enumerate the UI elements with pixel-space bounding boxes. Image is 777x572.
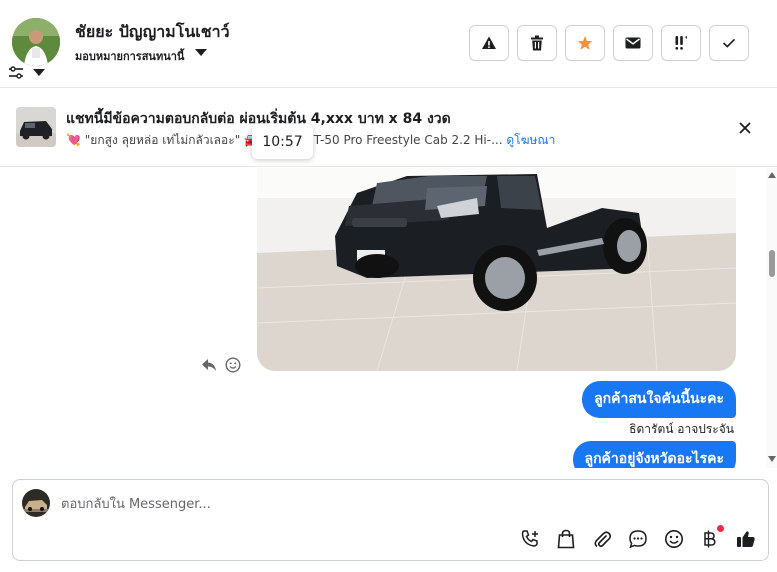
assign-chevron-down-icon[interactable] xyxy=(195,49,207,56)
alert-triangle-icon xyxy=(482,36,496,49)
emoji-icon xyxy=(665,530,683,548)
timestamp-tooltip: 10:57 xyxy=(252,124,313,159)
follow-up-button[interactable] xyxy=(661,25,701,61)
shopping-bag-button[interactable] xyxy=(555,528,577,550)
emoji-button[interactable] xyxy=(663,528,685,550)
close-icon[interactable] xyxy=(736,119,754,137)
star-button[interactable] xyxy=(565,25,605,61)
reply-input[interactable] xyxy=(61,494,661,514)
send-like-button[interactable] xyxy=(735,528,757,550)
mark-spam-button[interactable] xyxy=(469,25,509,61)
saved-reply-icon xyxy=(629,530,647,549)
heart-emoji-icon: 💘 xyxy=(66,133,81,147)
ad-thumbnail[interactable] xyxy=(16,107,56,147)
message-composer xyxy=(12,479,769,561)
mark-done-button[interactable] xyxy=(709,25,749,61)
check-icon xyxy=(722,38,736,48)
message-photo[interactable] xyxy=(257,168,736,371)
baht-icon xyxy=(704,530,716,548)
contact-avatar[interactable] xyxy=(12,18,60,66)
inbox-conversation: ชัยยะ ปัญญามโนเชาว์ มอบหมายการสนทนานี้ แ… xyxy=(0,0,777,572)
react-emoji-icon[interactable] xyxy=(225,357,241,373)
view-ad-link[interactable]: ดูโฆษณา xyxy=(506,133,555,147)
message-thread: ลูกค้าสนใจคันนี้นะคะ ธิดารัตน์ อาจประจัน… xyxy=(0,168,766,468)
contact-name[interactable]: ชัยยะ ปัญญามโนเชาว์ xyxy=(75,20,230,45)
reply-icon[interactable] xyxy=(201,358,217,372)
outgoing-message-bubble[interactable]: ลูกค้าสนใจคันนี้นะคะ xyxy=(582,381,736,418)
filter-chevron-down-icon[interactable] xyxy=(33,69,45,76)
exclamation-icon xyxy=(675,36,687,50)
shopping-bag-icon xyxy=(557,529,575,549)
thumbs-up-icon xyxy=(737,531,755,547)
ad-reference-banner: แชทนี้มีข้อความตอบกลับต่อ ผ่อนเริ่มต้น 4… xyxy=(0,89,777,167)
outgoing-message-bubble[interactable]: ลูกค้าอยู่จังหวัดอะไรคะ xyxy=(572,441,736,468)
scroll-up-arrow-icon[interactable] xyxy=(768,172,776,178)
delete-button[interactable] xyxy=(517,25,557,61)
paperclip-icon xyxy=(594,531,611,548)
mark-unread-button[interactable] xyxy=(613,25,653,61)
scroll-down-arrow-icon[interactable] xyxy=(768,456,776,462)
page-avatar xyxy=(22,489,50,517)
conversation-header: ชัยยะ ปัญญามโนเชาว์ มอบหมายการสนทนานี้ xyxy=(0,0,777,88)
attach-file-button[interactable] xyxy=(591,528,613,550)
thread-scrollbar[interactable] xyxy=(766,168,777,468)
filter-icon[interactable] xyxy=(8,66,24,80)
trash-icon xyxy=(531,35,543,51)
call-add-icon xyxy=(521,530,538,547)
assign-conversation-dropdown[interactable]: มอบหมายการสนทนานี้ xyxy=(75,47,184,65)
notification-dot xyxy=(717,525,724,532)
call-add-button[interactable] xyxy=(519,528,541,550)
message-sender-name: ธิดารัตน์ อาจประจัน xyxy=(629,422,734,436)
star-icon xyxy=(577,36,593,50)
scroll-thumb[interactable] xyxy=(769,250,775,277)
saved-reply-button[interactable] xyxy=(627,528,649,550)
envelope-icon xyxy=(625,37,641,49)
